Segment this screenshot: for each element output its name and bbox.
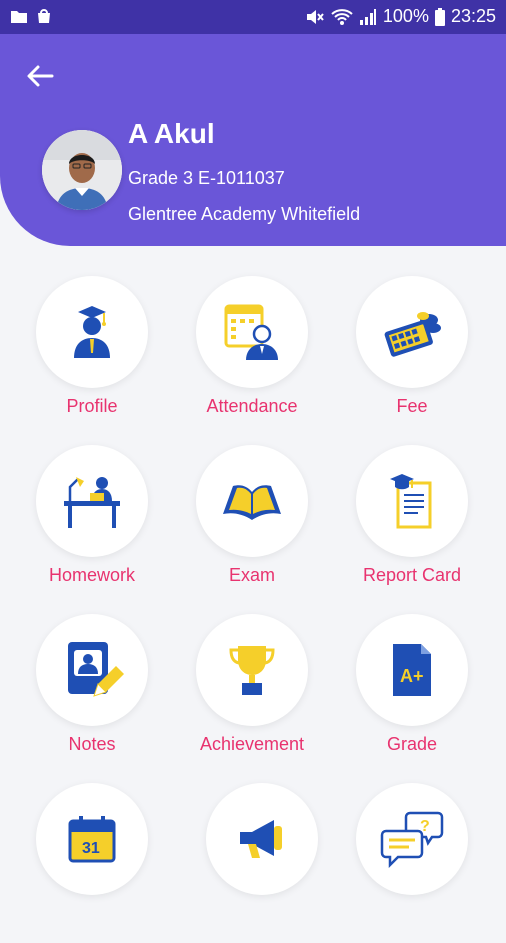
grade-document-icon: A+ (393, 644, 431, 696)
menu-label: Exam (228, 565, 275, 585)
graduate-icon (74, 306, 110, 358)
back-arrow-icon[interactable] (24, 60, 56, 92)
fee-calculator-icon (384, 312, 441, 357)
megaphone-icon (240, 820, 282, 858)
menu-profile[interactable]: Profile (16, 276, 166, 436)
school-name: Glentree Academy Whitefield (128, 204, 361, 224)
menu-label: Attendance (206, 396, 298, 416)
notes-tile-circle (36, 614, 148, 726)
menu-label: Notes (68, 734, 116, 754)
menu-label: Profile (66, 396, 118, 416)
attendance-icon (224, 304, 278, 360)
menu-label: Grade (386, 734, 438, 754)
menu-label: Homework (48, 565, 136, 585)
calendar-icon: 31 (68, 816, 116, 863)
menu-homework[interactable]: Homework (16, 445, 166, 605)
menu-attendance[interactable]: Attendance (176, 276, 326, 436)
student-name: A Akul (128, 118, 215, 149)
mute-icon (306, 9, 324, 24)
menu-exam[interactable]: Exam (176, 445, 326, 605)
menu-achievement[interactable]: Achievement (176, 614, 326, 774)
student-header: A Akul Grade 3 E-1011037 Glentree Academ… (0, 34, 506, 246)
student-photo (42, 130, 122, 210)
menu-report-card[interactable]: Report Card (336, 445, 486, 605)
exam-tile-circle (196, 445, 308, 557)
announcements-tile-circle (206, 783, 318, 895)
menu-calendar[interactable]: 31 (16, 783, 166, 943)
menu-messages[interactable]: ? (336, 783, 486, 943)
chat-question-icon: ? (380, 811, 444, 869)
open-book-icon (223, 485, 281, 520)
fee-tile-circle (356, 276, 468, 388)
grade-letter: A+ (400, 666, 424, 686)
menu-label: Achievement (199, 734, 305, 754)
menu-notes[interactable]: Notes (16, 614, 166, 774)
messages-tile-circle: ? (356, 783, 468, 895)
menu-grade[interactable]: A+ Grade (336, 614, 486, 774)
menu-label: Report Card (362, 565, 462, 585)
menu-fee[interactable]: Fee (336, 276, 486, 436)
homework-tile-circle (36, 445, 148, 557)
battery-percent: 100% (382, 6, 429, 26)
shopping-bag-icon (38, 9, 50, 23)
grade-tile-circle: A+ (356, 614, 468, 726)
homework-desk-icon (64, 477, 120, 528)
profile-tile-circle (36, 276, 148, 388)
avatar[interactable] (42, 130, 122, 210)
report-card-icon (390, 474, 432, 529)
battery-icon (434, 7, 445, 26)
menu-label: Fee (396, 396, 428, 416)
calendar-tile-circle: 31 (36, 783, 148, 895)
trophy-icon (229, 646, 275, 695)
signal-icon (359, 8, 376, 25)
menu-announcements[interactable] (186, 783, 336, 943)
achievement-tile-circle (196, 614, 308, 726)
folder-icon (11, 11, 27, 23)
status-bar: 100% 23:25 (0, 0, 506, 34)
report-card-tile-circle (356, 445, 468, 557)
wifi-icon (331, 8, 353, 25)
notes-icon (68, 642, 124, 697)
clock: 23:25 (450, 6, 496, 26)
grade-admission-number: Grade 3 E-1011037 (128, 168, 285, 188)
calendar-day: 31 (82, 840, 100, 857)
attendance-tile-circle (196, 276, 308, 388)
